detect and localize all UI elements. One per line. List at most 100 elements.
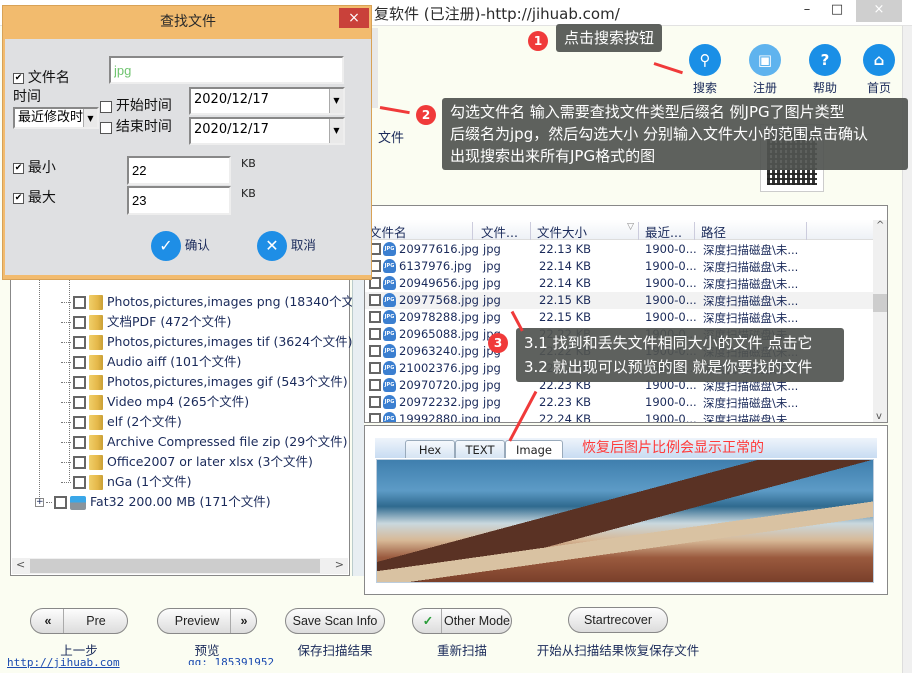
start-recover-button[interactable]: Startrecover (568, 607, 668, 633)
file-name: 20977616.jpg (399, 242, 479, 256)
file-list-scrollbar[interactable]: ^ v (873, 220, 887, 422)
maximize-button[interactable]: □ (822, 0, 852, 22)
filename-checkbox[interactable]: ✔ (13, 73, 24, 84)
file-row[interactable]: JPG 6137976.jpg jpg 22.14 KB 1900-0... 深度扫描磁盘… (365, 258, 873, 275)
end-time-checkbox[interactable] (100, 121, 112, 134)
cancel-button[interactable]: ✕ 取消 (257, 231, 316, 261)
file-checkbox[interactable] (369, 379, 381, 391)
tree-item[interactable]: 文档PDF (472个文件) (61, 311, 231, 331)
tree-item[interactable]: Photos,pictures,images tif (3624个文件) (61, 331, 353, 351)
dialog-close-button[interactable]: × (339, 8, 369, 28)
callout-step-3: 3.1 找到和丢失文件相同大小的文件 点击它 3.2 就出现可以预览的图 就是你… (516, 328, 844, 382)
tree-checkbox[interactable] (73, 336, 86, 349)
time-type-select[interactable]: 最近修改时 ▼ (13, 107, 99, 129)
tab-hex[interactable]: Hex (405, 440, 455, 458)
qq-link[interactable]: qq: 185391952 (188, 656, 274, 665)
min-size-checkbox[interactable]: ✔ (13, 163, 24, 174)
scroll-up-icon[interactable]: ^ (876, 220, 884, 231)
column-header-name[interactable]: 文件名 (365, 222, 473, 240)
max-size-option[interactable]: ✔ 最大 (13, 187, 56, 207)
filename-input[interactable] (109, 56, 344, 84)
tree-checkbox[interactable] (73, 436, 86, 449)
file-row[interactable]: JPG 20978288.jpg jpg 22.15 KB 1900-0... 深度扫描磁… (365, 309, 873, 326)
file-path: 深度扫描磁盘\未... (703, 243, 799, 257)
save-scan-info-button[interactable]: Save Scan Info (285, 608, 385, 634)
scroll-thumb[interactable] (873, 294, 887, 312)
file-checkbox[interactable] (369, 328, 381, 340)
file-checkbox[interactable] (369, 362, 381, 374)
toolbar-home-button[interactable]: ⌂ 首页 (854, 44, 904, 96)
column-header-size[interactable]: 文件大小 ▽ (533, 222, 639, 240)
start-time-picker[interactable]: 2020/12/17 ▼ (189, 87, 345, 115)
tab-text[interactable]: TEXT (455, 440, 505, 458)
tree-checkbox[interactable] (73, 376, 86, 389)
tree-checkbox[interactable] (73, 396, 86, 409)
scroll-thumb[interactable] (30, 559, 320, 573)
tree-item[interactable]: nGa (1个文件) (61, 471, 191, 491)
file-checkbox[interactable] (369, 396, 381, 408)
file-row[interactable]: JPG 20977616.jpg jpg 22.13 KB 1900-0... 深度扫描磁… (365, 241, 873, 258)
column-header-type[interactable]: 文件... (477, 222, 531, 240)
pre-button[interactable]: « Pre (30, 608, 128, 634)
website-link[interactable]: http://jihuab.com (7, 656, 120, 669)
file-checkbox[interactable] (369, 345, 381, 357)
file-checkbox[interactable] (369, 311, 381, 323)
callout-2-line-2: 后缀名为jpg，然后勾选大小 分别输入文件大小的范围点击确认 (450, 125, 868, 143)
file-name: 21002376.jpg (399, 361, 479, 375)
tab-image[interactable]: Image (505, 440, 563, 458)
max-size-checkbox[interactable]: ✔ (13, 193, 24, 204)
tree-item[interactable]: Video mp4 (265个文件) (61, 391, 249, 411)
tree-checkbox[interactable] (73, 356, 86, 369)
tree-checkbox[interactable] (73, 316, 86, 329)
file-date: 1900-0... (645, 395, 697, 409)
file-checkbox[interactable] (369, 413, 381, 422)
toolbar-home-label: 首页 (866, 81, 891, 95)
tree-checkbox[interactable] (73, 416, 86, 429)
file-size: 22.24 KB (539, 412, 592, 423)
preview-button[interactable]: Preview » (157, 608, 257, 634)
tree-drive-item[interactable]: + Fat32 200.00 MB (171个文件) (35, 491, 271, 511)
close-icon: ✕ (257, 231, 287, 261)
min-size-option[interactable]: ✔ 最小 (13, 157, 56, 177)
tree-item[interactable]: Photos,pictures,images png (18340个文件) (61, 291, 372, 311)
tree-checkbox[interactable] (73, 296, 86, 309)
file-row[interactable]: JPG 20949656.jpg jpg 22.14 KB 1900-0... 深度扫描磁… (365, 275, 873, 292)
minimize-button[interactable]: – (792, 0, 822, 22)
scroll-left-icon[interactable]: < (16, 558, 25, 571)
filename-option[interactable]: ✔ 文件名 (13, 67, 70, 87)
tree-item[interactable]: Audio aiff (101个文件) (61, 351, 241, 371)
tree-item[interactable]: Office2007 or later xlsx (3个文件) (61, 451, 313, 471)
tree-checkbox[interactable] (73, 456, 86, 469)
expand-icon[interactable]: + (35, 498, 44, 507)
column-header-date[interactable]: 最近... (641, 222, 695, 240)
end-time-picker[interactable]: 2020/12/17 ▼ (189, 117, 345, 145)
tree-item[interactable]: Archive Compressed file zip (29个文件) (61, 431, 348, 451)
tree-item[interactable]: elf (2个文件) (61, 411, 182, 431)
tree-item-label: Photos,pictures,images png (18340个文件) (107, 294, 372, 309)
start-time-option[interactable]: 开始时间 (100, 95, 172, 115)
file-list[interactable]: 文件名 文件... 文件大小 ▽ 最近... 路径 JPG 20977616.jpg… (364, 205, 888, 423)
confirm-button[interactable]: ✓ 确认 (151, 231, 210, 261)
scroll-down-icon[interactable]: v (876, 411, 882, 422)
max-size-input[interactable] (127, 186, 231, 215)
file-row[interactable]: JPG 19992880.jpg jpg 22.24 KB 1900-0... 深度扫描磁… (365, 411, 873, 423)
end-time-option[interactable]: 结束时间 (100, 116, 172, 136)
file-row[interactable]: JPG 20977568.jpg jpg 22.15 KB 1900-0... 深度扫描磁… (365, 292, 873, 309)
toolbar-help-button[interactable]: ? 帮助 (800, 44, 850, 96)
file-checkbox[interactable] (369, 294, 381, 306)
toolbar-search-button[interactable]: ⚲ 搜索 (680, 44, 730, 96)
column-header-path[interactable]: 路径 (697, 222, 807, 240)
min-size-input[interactable] (127, 156, 231, 185)
file-row[interactable]: JPG 20972232.jpg jpg 22.23 KB 1900-0... 深度扫描磁… (365, 394, 873, 411)
toolbar-register-button[interactable]: ▣ 注册 (740, 44, 790, 96)
file-name: 6137976.jpg (399, 259, 472, 273)
file-size: 22.15 KB (539, 310, 592, 324)
tree-checkbox[interactable] (73, 476, 86, 489)
other-mode-button[interactable]: ✓ Other Mode (412, 608, 512, 634)
window-close-button[interactable]: × (856, 0, 902, 22)
scroll-right-icon[interactable]: > (335, 558, 344, 571)
tree-checkbox[interactable] (54, 496, 67, 509)
start-time-checkbox[interactable] (100, 100, 112, 113)
tree-horizontal-scrollbar[interactable]: < > (12, 558, 348, 574)
tree-item[interactable]: Photos,pictures,images gif (543个文件) (61, 371, 348, 391)
